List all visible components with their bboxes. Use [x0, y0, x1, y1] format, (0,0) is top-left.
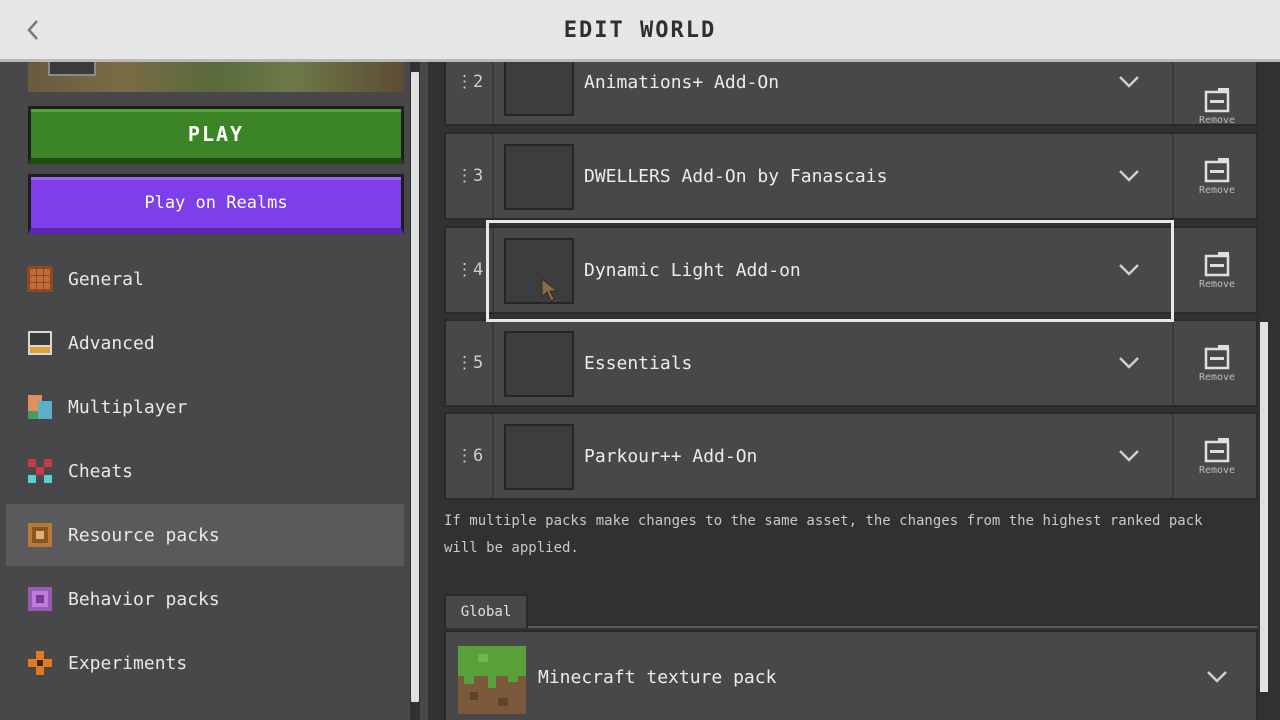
pack-thumbnail [504, 238, 574, 304]
pack-rank: ⋮ 5 [456, 321, 496, 405]
multiplayer-icon [26, 393, 54, 421]
cheats-icon [26, 457, 54, 485]
sidebar-item-resource-packs[interactable]: Resource packs [6, 504, 404, 566]
header-bar: EDIT WORLD [0, 0, 1280, 62]
pack-rank-number: 5 [473, 353, 484, 373]
row-separator [492, 321, 494, 405]
expand-chevron-icon[interactable] [1114, 228, 1144, 312]
remove-pack-icon [1204, 251, 1230, 276]
remove-button[interactable]: Remove [1178, 321, 1256, 405]
drag-handle-icon[interactable]: ⋮ [456, 353, 473, 373]
pack-name: Essentials [584, 352, 693, 374]
sidebar-item-label: Cheats [68, 460, 134, 482]
pack-name: Dynamic Light Add-on [584, 259, 801, 281]
sidebar-item-label: Multiplayer [68, 396, 188, 418]
grass-block-icon [458, 646, 526, 714]
pack-rank: ⋮ 4 [456, 228, 496, 312]
pack-thumbnail [504, 331, 574, 397]
resource-packs-panel: ⋮ 2 Animations+ Add-On Remove ⋮ 3 DWELLERS… [442, 62, 1280, 720]
pack-name: Minecraft texture pack [538, 666, 777, 688]
row-separator [492, 228, 494, 312]
pack-row[interactable]: ⋮ 2 Animations+ Add-On Remove [444, 62, 1258, 126]
sidebar-item-label: Resource packs [68, 524, 220, 546]
resource-packs-icon [26, 521, 54, 549]
sidebar-scrollbar[interactable] [411, 72, 419, 702]
pack-row[interactable]: ⋮ 5 Essentials Remove [444, 319, 1258, 407]
general-icon [26, 265, 54, 293]
pack-rank: ⋮ 6 [456, 414, 496, 498]
sidebar-item-multiplayer[interactable]: Multiplayer [6, 376, 404, 438]
panel-divider [428, 62, 442, 720]
content-scrollbar[interactable] [1260, 322, 1268, 692]
pack-row[interactable]: ⋮ 6 Parkour++ Add-On Remove [444, 412, 1258, 500]
experiments-icon [26, 649, 54, 677]
expand-chevron-icon[interactable] [1114, 134, 1144, 218]
remove-pack-icon [1204, 437, 1230, 462]
pack-rank-number: 6 [473, 446, 484, 466]
expand-chevron-icon[interactable] [1114, 62, 1144, 124]
sidebar-item-label: Behavior packs [68, 588, 220, 610]
remove-button[interactable]: Remove [1178, 414, 1256, 498]
remove-pack-icon [1204, 87, 1230, 112]
expand-chevron-icon[interactable] [1202, 632, 1232, 720]
row-separator [1172, 321, 1174, 405]
drag-handle-icon[interactable]: ⋮ [456, 446, 473, 466]
thumbnail-tab [48, 62, 96, 76]
row-separator [492, 134, 494, 218]
sidebar-item-advanced[interactable]: Advanced [6, 312, 404, 374]
sidebar-item-behavior-packs[interactable]: Behavior packs [6, 568, 404, 630]
expand-chevron-icon[interactable] [1114, 321, 1144, 405]
remove-pack-icon [1204, 157, 1230, 182]
play-on-realms-button[interactable]: Play on Realms [28, 174, 404, 234]
global-pack-row[interactable]: Minecraft texture pack [444, 630, 1258, 720]
row-separator [1172, 414, 1174, 498]
remove-label: Remove [1198, 371, 1236, 383]
row-separator [492, 62, 494, 124]
page-title: EDIT WORLD [563, 17, 717, 43]
remove-label: Remove [1198, 278, 1236, 290]
pack-rank-number: 2 [473, 72, 484, 92]
pack-rank: ⋮ 2 [456, 62, 496, 124]
remove-button[interactable]: Remove [1178, 228, 1256, 312]
row-separator [492, 414, 494, 498]
pack-name: Parkour++ Add-On [584, 445, 758, 467]
remove-pack-icon [1204, 344, 1230, 369]
drag-handle-icon[interactable]: ⋮ [456, 166, 473, 186]
pack-name: DWELLERS Add-On by Fanascais [584, 165, 888, 187]
pack-rank-number: 4 [473, 260, 484, 280]
remove-label: Remove [1198, 464, 1236, 476]
pack-thumbnail [504, 144, 574, 210]
remove-button[interactable]: Remove [1178, 134, 1256, 218]
pack-thumbnail [504, 62, 574, 116]
pointer-cursor-icon [540, 277, 560, 307]
remove-label: Remove [1198, 184, 1236, 196]
pack-row[interactable]: ⋮ 3 DWELLERS Add-On by Fanascais Remove [444, 132, 1258, 220]
row-separator [1172, 62, 1174, 124]
sidebar: PLAY Play on Realms General Advanced Mul… [0, 62, 428, 720]
sidebar-item-cheats[interactable]: Cheats [6, 440, 404, 502]
pack-name: Animations+ Add-On [584, 71, 780, 93]
sidebar-item-label: Experiments [68, 652, 188, 674]
play-button[interactable]: PLAY [28, 106, 404, 164]
remove-label: Remove [1198, 114, 1236, 126]
tab-global[interactable]: Global [444, 594, 528, 628]
drag-handle-icon[interactable]: ⋮ [456, 72, 473, 92]
pack-rank: ⋮ 3 [456, 134, 496, 218]
sidebar-item-experiments[interactable]: Experiments [6, 632, 404, 694]
info-text: If multiple packs make changes to the sa… [444, 513, 1203, 556]
world-thumbnail [28, 62, 404, 92]
tab-underline [528, 626, 1258, 628]
expand-chevron-icon[interactable] [1114, 414, 1144, 498]
pack-row[interactable]: ⋮ 4 Dynamic Light Add-on Remove [444, 226, 1258, 314]
drag-handle-icon[interactable]: ⋮ [456, 260, 473, 280]
sidebar-item-general[interactable]: General [6, 248, 404, 310]
row-separator [1172, 228, 1174, 312]
sidebar-item-label: Advanced [68, 332, 155, 354]
pack-rank-number: 3 [473, 166, 484, 186]
advanced-icon [26, 329, 54, 357]
behavior-packs-icon [26, 585, 54, 613]
row-separator [1172, 134, 1174, 218]
sidebar-item-label: General [68, 268, 144, 290]
pack-thumbnail [504, 424, 574, 490]
